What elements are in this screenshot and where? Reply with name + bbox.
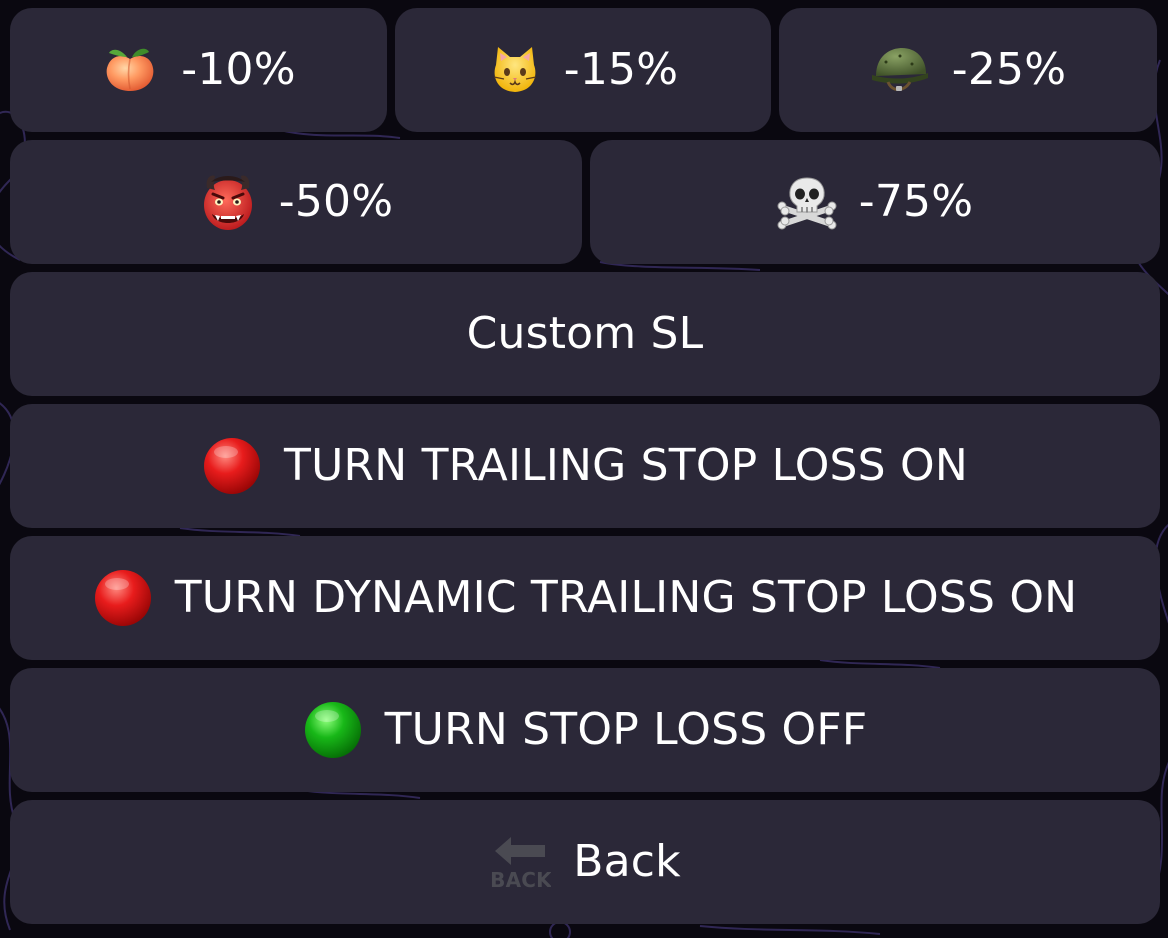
red-circle-icon <box>202 436 262 496</box>
stop-loss-off-button[interactable]: TURN STOP LOSS OFF <box>10 668 1160 792</box>
inline-keyboard: -10% -15% -25% -50% -75% Custom SL TURN … <box>0 0 1168 938</box>
stop-loss-50-label: -50% <box>278 176 394 227</box>
back-arrow-icon: BACK <box>489 833 551 891</box>
custom-sl-label: Custom SL <box>466 308 704 359</box>
custom-sl-button[interactable]: Custom SL <box>10 272 1160 396</box>
stop-loss-75-label: -75% <box>858 176 974 227</box>
peach-icon <box>101 41 159 99</box>
green-circle-icon <box>303 700 363 760</box>
back-icon-text: BACK <box>490 868 551 891</box>
skull-crossbones-icon <box>777 174 837 230</box>
back-label: Back <box>573 836 681 887</box>
trailing-stop-loss-label: TURN TRAILING STOP LOSS ON <box>284 440 968 491</box>
back-button[interactable]: BACK Back <box>10 800 1160 924</box>
stop-loss-15-label: -15% <box>563 44 679 95</box>
ogre-mask-icon <box>199 172 257 232</box>
trailing-stop-loss-toggle-button[interactable]: TURN TRAILING STOP LOSS ON <box>10 404 1160 528</box>
stop-loss-off-label: TURN STOP LOSS OFF <box>384 704 868 755</box>
stop-loss-10-button[interactable]: -10% <box>10 8 387 132</box>
stop-loss-75-button[interactable]: -75% <box>590 140 1160 264</box>
cat-face-icon <box>488 43 542 97</box>
stop-loss-50-button[interactable]: -50% <box>10 140 582 264</box>
stop-loss-25-label: -25% <box>951 44 1067 95</box>
military-helmet-icon <box>870 42 930 98</box>
stop-loss-10-label: -10% <box>181 44 296 95</box>
dynamic-trailing-stop-loss-label: TURN DYNAMIC TRAILING STOP LOSS ON <box>174 572 1078 623</box>
dynamic-trailing-stop-loss-toggle-button[interactable]: TURN DYNAMIC TRAILING STOP LOSS ON <box>10 536 1160 660</box>
stop-loss-25-button[interactable]: -25% <box>779 8 1157 132</box>
stop-loss-15-button[interactable]: -15% <box>395 8 771 132</box>
red-circle-icon <box>93 568 153 628</box>
